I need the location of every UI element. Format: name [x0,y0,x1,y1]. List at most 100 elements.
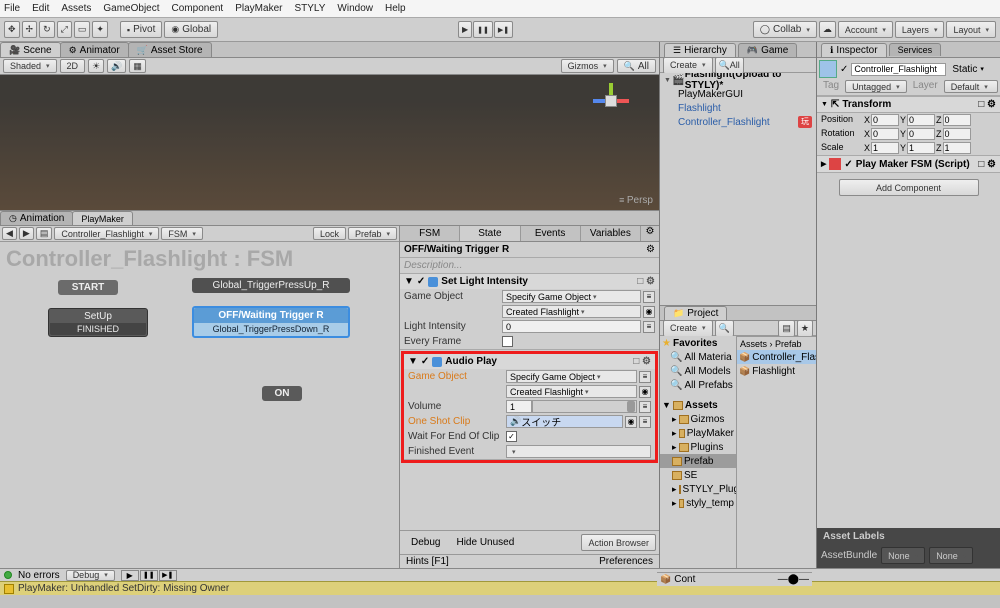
picker-icon[interactable]: ◉ [625,416,637,428]
pos-x[interactable] [871,114,899,126]
assetbundle-variant-dropdown[interactable]: None [929,547,973,564]
scale-x[interactable] [871,142,899,154]
rot-z[interactable] [943,128,971,140]
asset-item[interactable]: 📦 Flashlight [737,364,816,378]
add-component-button[interactable]: Add Component [839,179,979,196]
shaded-dropdown[interactable]: Shaded [3,59,57,73]
picker-icon[interactable]: ◉ [639,386,651,398]
tool-hand-icon[interactable]: ✥ [4,21,20,38]
filter-icon[interactable]: ▤ [778,320,795,337]
fsm-enable-checkbox[interactable]: ✓ [844,159,852,170]
audio-icon[interactable]: 🔊 [107,59,126,73]
asset-item-selected[interactable]: 📦 Controller_Flas [737,350,816,364]
node-on[interactable]: ON [262,386,302,401]
oneshot-clip-field[interactable]: 🔊 スイッチ [506,415,623,428]
fsm-fwd-icon[interactable]: ▶ [19,227,34,240]
var-toggle-icon[interactable]: ≡ [643,321,655,333]
active-checkbox[interactable]: ✓ [840,64,848,75]
var-toggle-icon[interactable]: ≡ [639,401,651,413]
action-gear-icon[interactable]: □ ⚙ [637,276,655,287]
favorites-header[interactable]: ★Favorites [660,336,736,350]
debug-dropdown[interactable]: Debug [66,570,115,581]
tab-scene[interactable]: 🎥 Scene [0,42,61,57]
gameobject-dropdown[interactable]: Specify Game Object [506,370,637,383]
pos-z[interactable] [943,114,971,126]
tool-scale-icon[interactable]: ⤢ [57,21,72,38]
scale-y[interactable] [907,142,935,154]
fav-item[interactable]: 🔍All Materia [660,350,736,364]
node-start[interactable]: START [58,280,118,295]
folder-item[interactable]: ▸Plugins [660,440,736,454]
play-button[interactable] [458,21,472,38]
playmaker-fsm-header[interactable]: ▶✓Play Maker FSM (Script)□ ⚙ [817,155,1000,173]
rot-y[interactable] [907,128,935,140]
tab-hierarchy[interactable]: ☰ Hierarchy [664,43,736,57]
folder-item-selected[interactable]: Prefab [660,454,736,468]
folder-item[interactable]: ▸Gizmos [660,412,736,426]
var-toggle-icon[interactable]: ≡ [639,416,651,428]
pivot-button[interactable]: ▪ Pivot [120,21,162,38]
gameobject-ref[interactable]: Created Flashlight [506,385,637,398]
hierarchy-create-dropdown[interactable]: Create [663,57,713,74]
layout-dropdown[interactable]: Layout [946,21,996,38]
fsm-pause-icon[interactable] [140,570,158,581]
search-icon[interactable]: 🔍 [715,320,734,337]
hints-label[interactable]: Hints [F1] [406,556,449,567]
fav-item[interactable]: 🔍All Models [660,364,736,378]
fsm-back-icon[interactable]: ◀ [2,227,17,240]
tab-animator[interactable]: ⚙ Animator [60,42,129,57]
menu-styly[interactable]: STYLY [294,3,325,14]
var-toggle-icon[interactable]: ≡ [643,291,655,303]
state-name[interactable]: OFF/Waiting Trigger R [404,244,509,255]
layer-dropdown[interactable]: Default [944,80,998,93]
ptab-variables[interactable]: Variables [581,226,641,241]
tool-rotate-icon[interactable]: ↻ [39,21,55,38]
state-gear-icon[interactable]: ⚙ [646,244,655,255]
foldout-icon[interactable]: ▼ [408,356,418,367]
node-setup[interactable]: SetUpFINISHED [48,308,148,337]
menu-window[interactable]: Window [337,3,373,14]
pos-y[interactable] [907,114,935,126]
action-browser-button[interactable]: Action Browser [581,534,656,551]
fsm-lock-button[interactable]: Lock [313,227,346,240]
slider-icon[interactable]: —⬤— [778,574,809,585]
menu-component[interactable]: Component [172,3,224,14]
menu-gameobject[interactable]: GameObject [103,3,159,14]
action-gear-icon[interactable]: □ ⚙ [633,356,651,367]
scene-view[interactable]: ≡ Persp [0,75,659,210]
ptab-state[interactable]: State [460,226,520,241]
menu-file[interactable]: File [4,3,20,14]
picker-icon[interactable]: ◉ [643,306,655,318]
fav-item[interactable]: 🔍All Prefabs [660,378,736,392]
tab-animation[interactable]: ◷ Animation [0,211,73,225]
star-icon[interactable]: ★ [797,320,813,337]
gameobject-dropdown[interactable]: Specify Game Object [502,290,641,303]
tab-playmaker[interactable]: PlayMaker [72,211,133,225]
hier-item[interactable]: Controller_Flashlight玩 [660,115,816,129]
all-search[interactable]: 🔍 All [617,59,656,73]
transform-header[interactable]: ▼⇱ Transform□ ⚙ [817,96,1000,113]
tab-inspector[interactable]: ℹ Inspector [821,43,887,57]
foldout-icon[interactable]: ▼ [404,276,414,287]
folder-item[interactable]: SE [660,468,736,482]
global-button[interactable]: ◉ Global [164,21,218,38]
menu-help[interactable]: Help [385,3,406,14]
step-button[interactable] [494,21,513,38]
project-crumb[interactable]: Assets › Prefab [737,336,816,350]
everyframe-checkbox[interactable] [502,336,513,347]
action-enable-checkbox[interactable]: ✓ [417,276,425,287]
fsm-graph[interactable]: ◀ ▶ ▤ Controller_Flashlight FSM Lock Pre… [0,226,399,568]
fx-icon[interactable]: ▦ [129,59,146,73]
account-dropdown[interactable]: Account [838,21,893,38]
volume-slider[interactable] [532,400,637,413]
fsm-object-dropdown[interactable]: Controller_Flashlight [54,227,159,240]
tool-transform-icon[interactable]: ✦ [92,21,108,38]
folder-item[interactable]: ▸PlayMaker [660,426,736,440]
menu-edit[interactable]: Edit [32,3,49,14]
assets-header[interactable]: ▼Assets [660,398,736,412]
tool-rect-icon[interactable]: ▭ [74,21,91,38]
fsm-step-icon[interactable] [159,570,177,581]
wait-checkbox[interactable]: ✓ [506,431,517,442]
pause-button[interactable] [473,21,493,38]
var-toggle-icon[interactable]: ≡ [639,371,651,383]
